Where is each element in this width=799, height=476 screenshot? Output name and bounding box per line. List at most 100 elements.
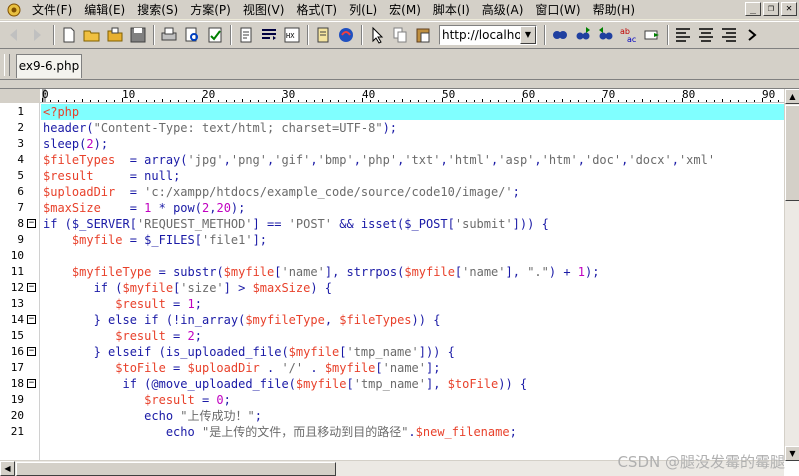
new-file-icon[interactable] <box>58 24 80 46</box>
align-left-icon[interactable] <box>672 24 694 46</box>
code-line[interactable]: } else if (!in_array($myfileType, $fileT… <box>41 312 784 328</box>
find-icon[interactable] <box>549 24 571 46</box>
code-token: 'html' <box>447 153 492 167</box>
code-line[interactable] <box>41 248 784 264</box>
fold-toggle-icon[interactable]: − <box>27 219 36 228</box>
code-line[interactable]: if ($_SERVER['REQUEST_METHOD'] == 'POST'… <box>41 216 784 232</box>
line-number: 14 <box>10 313 24 326</box>
code-token: } <box>43 313 109 327</box>
code-area[interactable]: <?php header("Content-Type: text/html; ch… <box>41 104 784 461</box>
menu-macro[interactable]: 宏(M) <box>383 1 427 19</box>
browser-icon[interactable] <box>335 24 357 46</box>
fold-toggle-icon[interactable]: − <box>27 379 36 388</box>
more-icon[interactable] <box>741 24 763 46</box>
menu-file[interactable]: 文件(F) <box>26 1 78 19</box>
print-preview-icon[interactable] <box>181 24 203 46</box>
tab-active-file[interactable]: ex9-6.php <box>16 54 82 78</box>
toolbar-separator <box>153 25 155 45</box>
scroll-up-button[interactable]: ▲ <box>785 89 799 104</box>
document-icon[interactable] <box>312 24 334 46</box>
code-line[interactable]: $myfile = $_FILES['file1']; <box>41 232 784 248</box>
code-line[interactable]: sleep(2); <box>41 136 784 152</box>
code-token: "是上传的文件，而且移动到目的路径" <box>201 425 409 439</box>
code-token: ) { <box>310 281 333 295</box>
chevron-down-icon[interactable]: ▼ <box>520 26 536 44</box>
fold-toggle-icon[interactable]: − <box>27 315 36 324</box>
code-token: = <box>165 329 188 343</box>
code-line[interactable]: $toFile = $uploadDir . '/' . $myfile['na… <box>41 360 784 376</box>
menu-edit[interactable]: 编辑(E) <box>78 1 131 19</box>
code-line[interactable]: $result = 1; <box>41 296 784 312</box>
menu-format[interactable]: 格式(T) <box>290 1 343 19</box>
vertical-scrollbar[interactable]: ▲ ▼ <box>784 89 799 461</box>
minimize-button[interactable]: _ <box>745 2 761 16</box>
code-line[interactable]: $fileTypes = array('jpg','png','gif','bm… <box>41 152 784 168</box>
url-input[interactable]: http://localhos <box>440 28 520 42</box>
tab-grip-handle[interactable] <box>4 54 10 76</box>
code-token: , <box>353 153 361 167</box>
page-icon[interactable] <box>235 24 257 46</box>
close-button[interactable]: ✕ <box>781 2 797 16</box>
cursor-icon[interactable] <box>366 24 388 46</box>
window-controls: _ ❐ ✕ <box>745 2 797 16</box>
code-line[interactable]: echo "是上传的文件，而且移动到目的路径".$new_filename; <box>41 424 784 440</box>
forward-icon[interactable] <box>27 24 49 46</box>
code-line[interactable]: if ($myfile['size'] > $maxSize) { <box>41 280 784 296</box>
menu-search[interactable]: 搜索(S) <box>131 1 184 19</box>
horizontal-scroll-thumb[interactable] <box>16 462 336 476</box>
align-center-icon[interactable] <box>695 24 717 46</box>
menu-advanced[interactable]: 高级(A) <box>476 1 530 19</box>
code-token: ], <box>425 377 448 391</box>
fold-toggle-icon[interactable]: − <box>27 347 36 356</box>
paste-icon[interactable] <box>412 24 434 46</box>
code-line[interactable]: $result = null; <box>41 168 784 184</box>
scroll-left-button[interactable]: ◀ <box>0 461 15 476</box>
copy-icon[interactable] <box>389 24 411 46</box>
code-line[interactable]: $maxSize = 1 * pow(2,20); <box>41 200 784 216</box>
wrap-icon[interactable] <box>258 24 280 46</box>
code-line[interactable]: } elseif (is_uploaded_file($myfile['tmp_… <box>41 344 784 360</box>
code-line[interactable]: $result = 0; <box>41 392 784 408</box>
code-token: ( <box>86 121 94 135</box>
code-line[interactable]: header("Content-Type: text/html; charset… <box>41 120 784 136</box>
code-line[interactable]: if (@move_uploaded_file($myfile['tmp_nam… <box>41 376 784 392</box>
code-token: ); <box>93 137 109 151</box>
code-line[interactable]: echo "上传成功！"; <box>41 408 784 424</box>
code-line-active[interactable]: <?php <box>41 104 784 120</box>
scroll-down-button[interactable]: ▼ <box>785 446 799 461</box>
open-icon[interactable] <box>104 24 126 46</box>
hex-icon[interactable]: HX <box>281 24 303 46</box>
url-combo[interactable]: http://localhos ▼ <box>439 25 537 45</box>
code-token: )) { <box>498 377 528 391</box>
app-icon[interactable] <box>6 2 22 18</box>
menu-script[interactable]: 脚本(I) <box>427 1 476 19</box>
align-right-icon[interactable] <box>718 24 740 46</box>
print-icon[interactable] <box>158 24 180 46</box>
vertical-scroll-thumb[interactable] <box>785 105 799 201</box>
menu-view[interactable]: 视图(V) <box>237 1 291 19</box>
code-line[interactable]: $uploadDir = 'c:/xampp/htdocs/example_co… <box>41 184 784 200</box>
save-icon[interactable] <box>127 24 149 46</box>
spellcheck-icon[interactable] <box>204 24 226 46</box>
code-token: * <box>151 201 174 215</box>
code-line[interactable]: $myfileType = substr($myfile['name'], st… <box>41 264 784 280</box>
code-token: ])) { <box>418 345 455 359</box>
goto-icon[interactable] <box>641 24 663 46</box>
menu-window[interactable]: 窗口(W) <box>529 1 586 19</box>
menu-help[interactable]: 帮助(H) <box>587 1 641 19</box>
ruler-mark: 0 <box>42 88 49 101</box>
code-token: isset <box>360 217 398 231</box>
open-folder-icon[interactable] <box>81 24 103 46</box>
code-token: ( <box>57 217 72 231</box>
code-line[interactable]: $result = 2; <box>41 328 784 344</box>
replace-icon[interactable]: ab ac <box>618 24 640 46</box>
restore-button[interactable]: ❐ <box>763 2 779 16</box>
menu-project[interactable]: 方案(P) <box>184 1 237 19</box>
fold-toggle-icon[interactable]: − <box>27 283 36 292</box>
back-icon[interactable] <box>4 24 26 46</box>
menu-column[interactable]: 列(L) <box>343 1 383 19</box>
find-next-icon[interactable] <box>572 24 594 46</box>
find-prev-icon[interactable] <box>595 24 617 46</box>
code-editor[interactable]: 1 2 3 4 5 6 7 8−9 10 11 12−13 14−15 16−17 18−19 20 21 0… <box>0 88 799 476</box>
code-token: 'size' <box>180 281 224 295</box>
